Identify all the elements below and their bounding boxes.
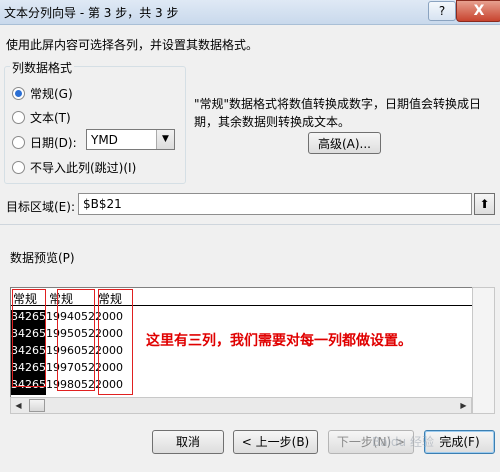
finish-button[interactable]: 完成(F) bbox=[424, 430, 495, 454]
radio-general-label: 常规(G) bbox=[30, 87, 73, 101]
help-button[interactable]: ? bbox=[428, 1, 456, 21]
format-description: "常规"数据格式将数值转换成数字，日期值会转换成日期，其余数据则转换成文本。 bbox=[194, 97, 482, 129]
target-label: 目标区域(E): bbox=[6, 200, 75, 214]
column-1-highlight bbox=[12, 289, 46, 387]
back-button[interactable]: < 上一步(B) bbox=[233, 430, 318, 454]
radio-date-circle[interactable] bbox=[12, 136, 25, 149]
horizontal-scrollbar[interactable]: ◀ ▶ bbox=[10, 397, 472, 414]
title-bar: 文本分列向导 - 第 3 步，共 3 步 ? X bbox=[0, 0, 500, 25]
radio-text-label: 文本(T) bbox=[30, 111, 71, 125]
collapse-dialog-button[interactable]: ⬆ bbox=[474, 193, 495, 215]
window-title: 文本分列向导 - 第 3 步，共 3 步 bbox=[4, 6, 179, 20]
column-format-label: 列数据格式 bbox=[10, 59, 75, 76]
radio-skip-label: 不导入此列(跳过)(I) bbox=[30, 161, 137, 175]
radio-skip-circle[interactable] bbox=[12, 161, 25, 174]
date-format-value: YMD bbox=[91, 133, 118, 147]
scroll-right-icon[interactable]: ▶ bbox=[456, 398, 471, 413]
scroll-left-icon[interactable]: ◀ bbox=[11, 398, 26, 413]
preview-label: 数据预览(P) bbox=[10, 251, 75, 265]
radio-general[interactable]: 常规(G) bbox=[12, 85, 73, 102]
cancel-button[interactable]: 取消 bbox=[152, 430, 224, 454]
scroll-thumb[interactable] bbox=[29, 399, 45, 412]
chevron-down-icon[interactable]: ▼ bbox=[156, 130, 174, 149]
column-3-highlight bbox=[98, 289, 133, 395]
advanced-button[interactable]: 高级(A)... bbox=[308, 132, 381, 154]
radio-text[interactable]: 文本(T) bbox=[12, 109, 71, 126]
watermark: Baidu 经验 bbox=[372, 435, 434, 449]
radio-date-label: 日期(D): bbox=[30, 136, 77, 150]
radio-text-circle[interactable] bbox=[12, 111, 25, 124]
column-2-highlight bbox=[57, 289, 95, 391]
date-format-select[interactable]: YMD ▼ bbox=[86, 129, 175, 150]
vertical-scrollbar[interactable] bbox=[472, 287, 495, 414]
target-input[interactable]: $B$21 bbox=[78, 193, 472, 215]
radio-general-circle[interactable] bbox=[12, 87, 25, 100]
separator bbox=[0, 224, 500, 225]
radio-skip[interactable]: 不导入此列(跳过)(I) bbox=[12, 159, 136, 176]
annotation-text: 这里有三列，我们需要对每一列都做设置。 bbox=[146, 333, 412, 349]
collapse-arrow-icon: ⬆ bbox=[479, 197, 490, 211]
target-value: $B$21 bbox=[83, 197, 122, 211]
close-button[interactable]: X bbox=[456, 0, 500, 22]
instruction-text: 使用此屏内容可选择各列，并设置其数据格式。 bbox=[6, 38, 259, 52]
radio-date[interactable]: 日期(D): bbox=[12, 134, 77, 151]
